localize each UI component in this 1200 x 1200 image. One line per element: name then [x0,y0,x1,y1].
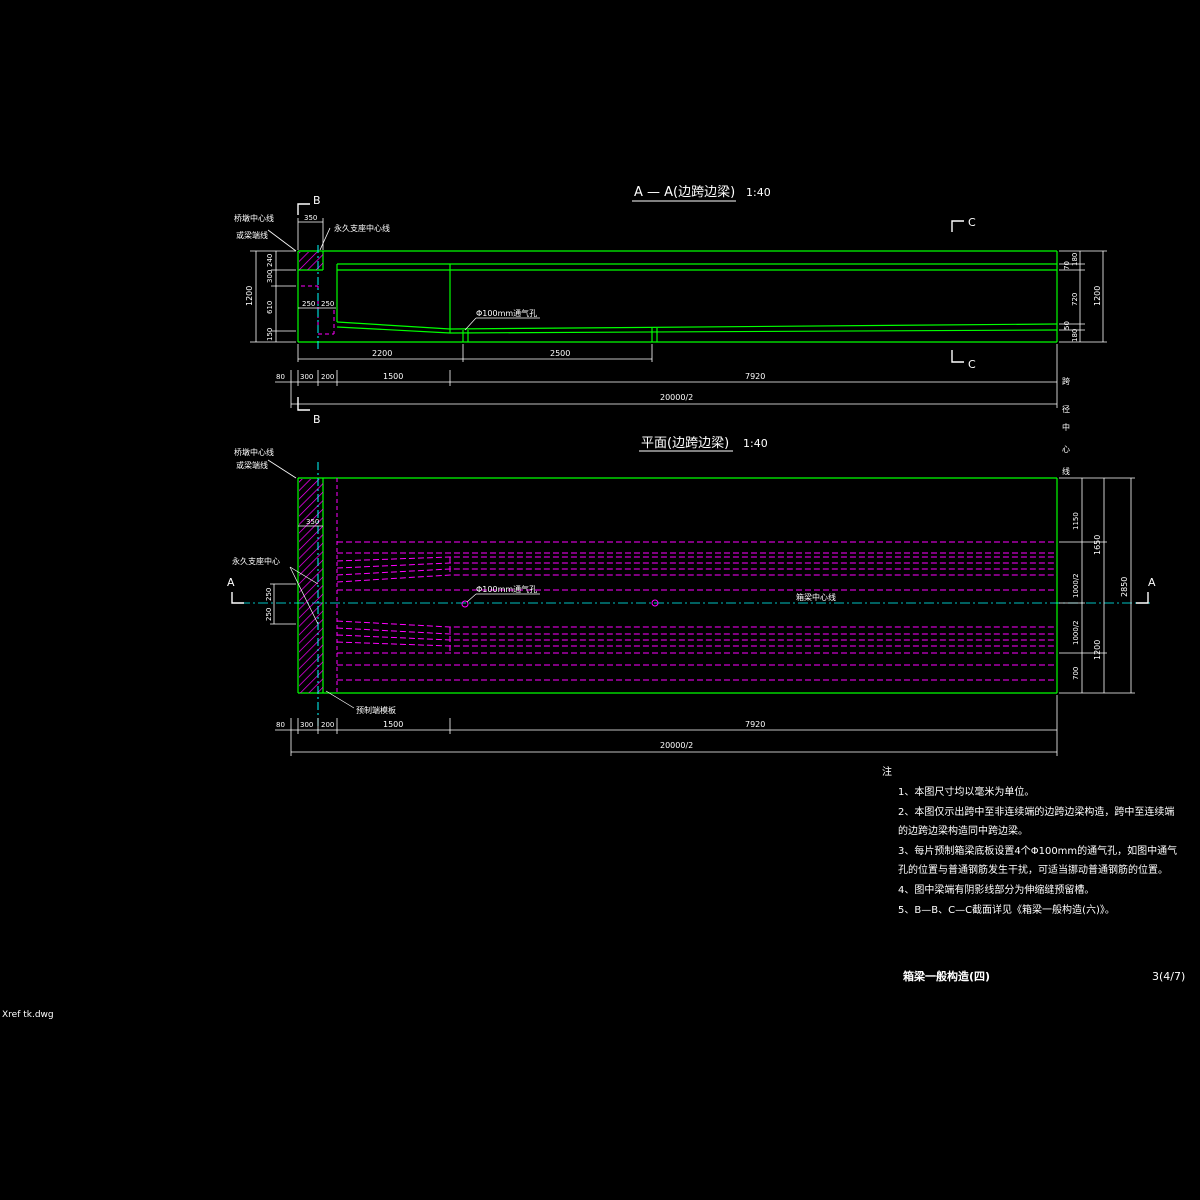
plan-r1000a: 1000/2 [1072,573,1080,598]
notes-block: 注 1、本图尺寸均以毫米为单位。 2、本图仅示出跨中至非连续端的边跨边梁构造，跨… [882,765,1177,916]
sheet-number: 3(4/7) [1152,970,1185,983]
cut-a-left: A [227,576,235,589]
plan-r1650: 1650 [1093,535,1102,555]
cut-c-label-top: C [968,216,976,229]
section-aa: A — A(边跨边梁) 1:40 桥墩中心线 或梁端线 永久支座中心线 B B … [234,185,1107,426]
plan-centerline-label: 箱梁中心线 [796,592,836,602]
svg-text:心: 心 [1062,445,1070,454]
section-aa-outline [297,250,1058,343]
note-5: 5、B—B、C—C截面详见《箱梁一般构造(六)》。 [898,903,1115,916]
note-3: 3、每片预制箱梁底板设置4个Φ100mm的通气孔，如图中通气 [898,844,1177,857]
aa-r180: 180 [1071,253,1079,266]
note-2: 2、本图仅示出跨中至非连续端的边跨边梁构造，跨中至连续端 [898,805,1174,818]
notes-heading: 注 [882,765,892,778]
aa-dim-80: 80 [276,373,285,381]
plan-label-bearing: 永久支座中心 [232,556,280,566]
plan-dim-350: 350 [306,518,319,526]
aa-r50: 50 [1063,321,1071,330]
drawing-canvas: A — A(边跨边梁) 1:40 桥墩中心线 或梁端线 永久支座中心线 B B … [2,185,1185,1020]
note-3b: 孔的位置与普通钢筋发生干扰，可适当挪动普通钢筋的位置。 [898,863,1168,876]
aa-dim-250a: 250 [302,300,315,308]
aa-dim-2500: 2500 [550,349,570,358]
cut-c-label-bottom: C [968,358,976,371]
cut-c [951,220,964,363]
plan-dim-300: 300 [300,721,313,729]
aa-r70: 70 [1063,261,1071,270]
plan-dim-250b: 250 [265,608,273,621]
svg-text:径: 径 [1062,404,1070,414]
plan-label-joint2: 或梁端线 [236,460,268,470]
aa-dim-240: 240 [266,254,274,267]
cut-a-right: A [1148,576,1156,589]
plan-label-endform: 预制端模板 [356,705,396,715]
svg-text:线: 线 [1062,466,1070,476]
plan-dim-250: 250 [265,588,273,601]
svg-text:跨: 跨 [1062,377,1070,386]
aa-dim-300: 300 [266,270,274,283]
plan-dim-1500: 1500 [383,720,403,729]
aa-label-bearing: 永久支座中心线 [334,223,390,233]
plan-label-joint: 桥墩中心线 [234,447,274,457]
span-centerline-label: 跨 径 中 心 线 [1062,377,1070,476]
plan-r1150: 1150 [1072,512,1080,530]
note-1: 1、本图尺寸均以毫米为单位。 [898,785,1034,798]
aa-vent-label: Φ100mm通气孔 [476,308,537,318]
aa-dim-610: 610 [266,301,274,314]
plan-scale: 1:40 [743,437,768,450]
cut-b-label-top: B [313,194,321,207]
section-aa-scale: 1:40 [746,186,771,199]
plan-dim-80: 80 [276,721,285,729]
aa-r1200: 1200 [1093,286,1102,306]
aa-dim-2200: 2200 [372,349,392,358]
plan-title: 平面(边跨边梁) [641,436,729,451]
aa-label-joint: 桥墩中心线 [234,213,274,223]
plan-outline [297,477,1058,694]
aa-dim-1200-left: 1200 [245,286,254,306]
plan-dim-total: 20000/2 [660,741,693,750]
aa-dim-1500: 1500 [383,372,403,381]
plan-r1000b: 1000/2 [1072,620,1080,645]
aa-r720: 720 [1071,293,1079,306]
aa-dim-total: 20000/2 [660,393,693,402]
plan-view: 平面(边跨边梁) 1:40 桥墩中心线 或梁端线 箱梁中心线 Φ100mm通气孔… [227,436,1156,756]
note-2b: 的边跨边梁构造同中跨边梁。 [898,824,1028,837]
aa-dim-150: 150 [266,328,274,341]
plan-r1200: 1200 [1093,640,1102,660]
expansion-slot-hatch [299,252,323,270]
plan-tendons [336,541,1057,681]
section-aa-title: A — A(边跨边梁) [634,185,735,200]
plan-r700: 700 [1072,667,1080,680]
plan-dim-200: 200 [321,721,334,729]
plan-dim-7920: 7920 [745,720,765,729]
aa-dim-250b: 250 [321,300,334,308]
note-4: 4、图中梁端有阴影线部分为伸缩缝预留槽。 [898,883,1094,896]
aa-dim-350 [297,218,324,250]
cut-b-label-bottom: B [313,413,321,426]
plan-expansion-slot-hatch [299,479,323,693]
aa-dim-350-text: 350 [304,214,317,222]
cut-a [231,592,1149,604]
plan-vent-label: Φ100mm通气孔 [476,584,537,594]
aa-dim-200: 200 [321,373,334,381]
svg-text:中: 中 [1062,422,1070,432]
aa-bottom-dims-1 [297,344,653,362]
aa-dim-7920: 7920 [745,372,765,381]
aa-r180b: 180 [1071,329,1079,342]
plan-left-dims [270,583,296,625]
drawing-title: 箱梁一般构造(四) [903,969,990,983]
aa-dim-300b: 300 [300,373,313,381]
aa-label-joint2: 或梁端线 [236,230,268,240]
xref-filename: Xref tk.dwg [2,1010,54,1020]
plan-r2850: 2850 [1120,577,1129,597]
